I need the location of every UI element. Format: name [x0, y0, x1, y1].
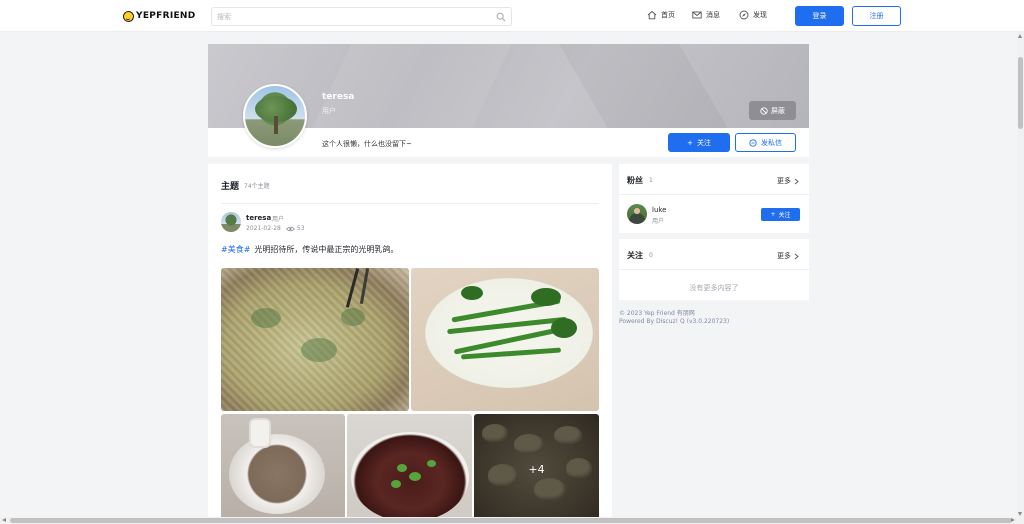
vertical-scrollbar[interactable]	[1017, 32, 1024, 518]
send-message-button[interactable]: 发私信	[735, 133, 796, 152]
nav-messages-label: 消息	[706, 11, 720, 19]
fan-name[interactable]: luke	[652, 206, 667, 214]
fans-card	[619, 164, 809, 233]
chevron-right-icon	[794, 178, 799, 184]
nav-messages[interactable]: 消息	[692, 10, 720, 20]
post-image[interactable]	[221, 268, 409, 411]
post-text: 光明招待所，传说中最正宗的光明乳鸽。	[254, 245, 399, 254]
image-detail	[249, 418, 271, 448]
footer-copyright: © 2023 Yep Friend 有朋网	[619, 310, 695, 317]
plus-icon: +	[770, 211, 776, 218]
image-detail	[409, 472, 421, 481]
fan-role: 用户	[652, 218, 665, 225]
scroll-down-arrow-icon[interactable]	[1018, 512, 1022, 516]
image-detail	[461, 286, 483, 300]
nav-home[interactable]: 首页	[647, 10, 675, 20]
follow-fan-label: 关注	[778, 212, 791, 219]
footer-powered-by[interactable]: Powered By Discuz! Q (v3.0.220723)	[619, 318, 729, 325]
post-author-avatar[interactable]	[221, 212, 241, 232]
profile-avatar[interactable]	[243, 84, 307, 148]
profile-role: 用户	[322, 107, 336, 115]
nav-home-label: 首页	[661, 11, 675, 19]
block-icon	[760, 106, 768, 115]
divider	[619, 194, 809, 195]
home-icon	[647, 10, 657, 20]
following-title: 关注	[627, 251, 643, 260]
follow-button-label: 关注	[696, 138, 711, 147]
image-detail	[251, 308, 281, 328]
chevron-right-icon	[794, 253, 799, 259]
fan-avatar[interactable]	[627, 204, 647, 224]
chat-icon	[749, 138, 757, 147]
topics-count: 74个主题	[244, 183, 270, 190]
profile-name: teresa	[322, 92, 355, 102]
nav-discover-label: 发现	[753, 11, 767, 19]
post-date: 2021-02-28	[246, 225, 281, 232]
nav-discover[interactable]: 发现	[739, 10, 767, 20]
horizontal-scrollbar[interactable]	[0, 517, 1024, 524]
post-author-role: 用户	[272, 216, 285, 223]
profile-bio: 这个人很懒，什么也没留下~	[322, 140, 412, 148]
image-detail	[397, 464, 407, 472]
smiley-logo-icon	[123, 10, 134, 22]
post-image[interactable]	[411, 268, 599, 411]
post-topic-tag[interactable]: #美食#	[221, 245, 250, 254]
site-logo[interactable]: YEPFRIEND	[123, 9, 196, 23]
image-detail	[301, 338, 337, 362]
following-more-label: 更多	[777, 252, 791, 260]
image-detail	[551, 318, 577, 338]
fans-more-link[interactable]: 更多	[777, 176, 799, 186]
fans-count: 1	[649, 177, 653, 184]
send-message-label: 发私信	[761, 138, 782, 147]
fans-more-label: 更多	[777, 177, 791, 185]
post-image[interactable]: +4	[474, 414, 599, 524]
block-button[interactable]: 屏蔽	[749, 101, 796, 120]
eye-icon	[285, 226, 295, 231]
following-more-link[interactable]: 更多	[777, 251, 799, 261]
search-input[interactable]	[217, 11, 487, 23]
horizontal-scroll-thumb[interactable]	[10, 518, 1012, 523]
topics-title: 主题	[221, 182, 240, 192]
login-button[interactable]: 登录	[795, 6, 844, 26]
mail-icon	[692, 11, 702, 19]
post-views: 53	[296, 225, 305, 232]
block-button-label: 屏蔽	[771, 106, 785, 115]
search-box[interactable]	[211, 7, 512, 26]
follow-button[interactable]: + 关注	[668, 133, 730, 152]
post-image[interactable]	[221, 414, 345, 524]
scroll-right-arrow-icon[interactable]	[1011, 518, 1015, 522]
divider	[619, 269, 809, 270]
image-detail	[229, 434, 325, 514]
register-button[interactable]: 注册	[852, 6, 901, 26]
scroll-up-arrow-icon[interactable]	[1018, 34, 1022, 38]
follow-fan-button[interactable]: + 关注	[761, 208, 800, 221]
post-meta: 2021-02-28 53	[246, 225, 305, 232]
post-image[interactable]	[347, 414, 472, 524]
more-images-overlay[interactable]: +4	[474, 414, 599, 524]
scroll-left-arrow-icon[interactable]	[2, 518, 6, 522]
post-content[interactable]: #美食# 光明招待所，传说中最正宗的光明乳鸽。	[221, 244, 398, 255]
image-detail	[427, 460, 436, 467]
image-detail	[531, 288, 561, 306]
image-detail	[341, 308, 365, 326]
fans-title: 粉丝	[627, 176, 643, 185]
post-author-name[interactable]: teresa	[246, 214, 271, 222]
following-count: 0	[649, 252, 653, 259]
logo-text: YEPFRIEND	[136, 11, 196, 21]
avatar-tree-trunk	[274, 116, 278, 134]
banner-decoration	[553, 44, 743, 128]
plus-icon: +	[687, 138, 693, 147]
vertical-scroll-thumb[interactable]	[1018, 57, 1023, 129]
compass-icon	[739, 10, 749, 20]
image-detail	[391, 480, 401, 488]
search-icon[interactable]	[496, 12, 506, 22]
following-empty-text: 没有更多内容了	[689, 284, 739, 292]
divider	[221, 203, 599, 204]
